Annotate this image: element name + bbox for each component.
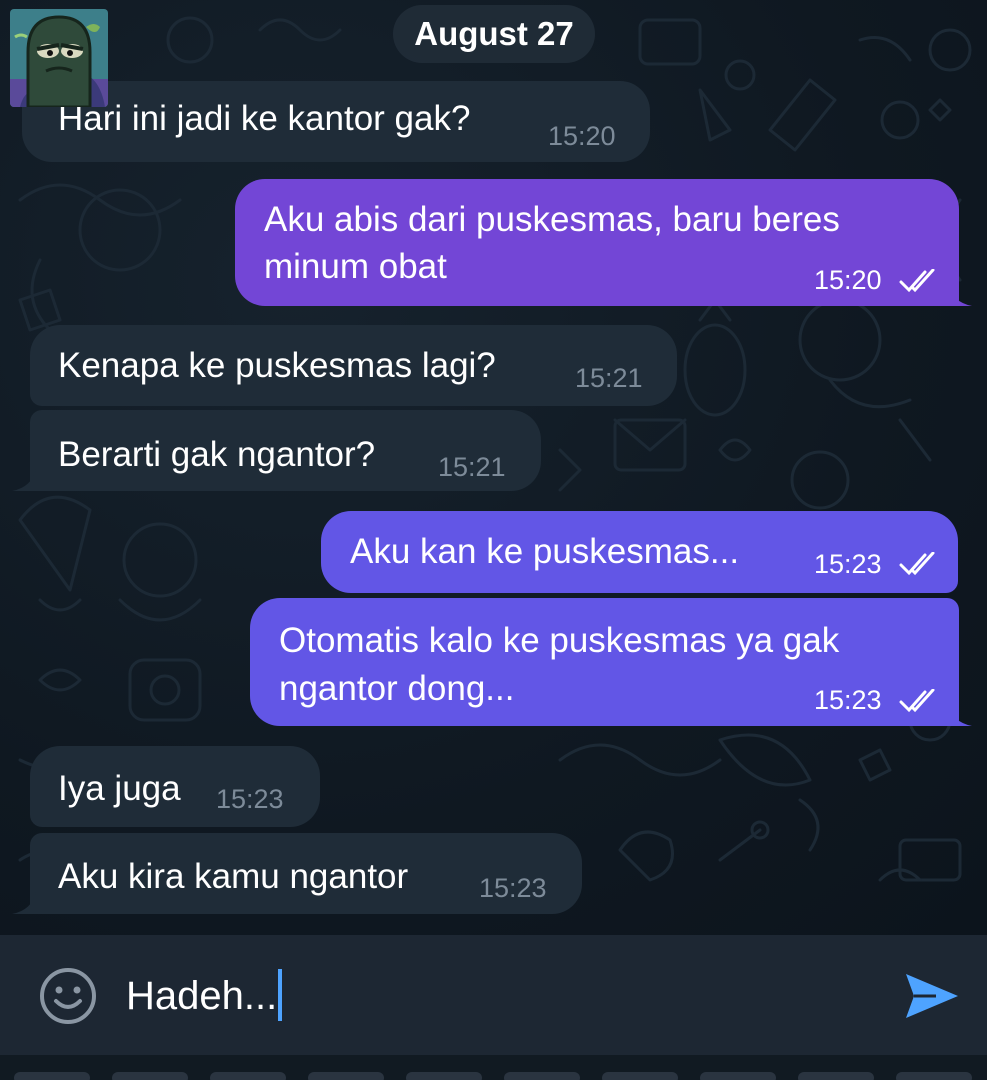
double-check-icon — [899, 269, 935, 293]
message-bubble-outgoing[interactable]: Aku kan ke puskesmas... 15:23 — [321, 511, 958, 593]
bubble-tail — [948, 284, 972, 306]
message-time: 15:21 — [438, 452, 506, 482]
message-bubble-outgoing[interactable]: Otomatis kalo ke puskesmas ya gak nganto… — [250, 598, 959, 726]
message-time: 15:20 — [814, 265, 882, 295]
double-check-icon — [899, 689, 935, 713]
bubble-tail — [12, 469, 36, 491]
message-text-line-2: minum obat — [264, 247, 447, 286]
keyboard-key[interactable] — [896, 1072, 972, 1080]
keyboard-key[interactable] — [14, 1072, 90, 1080]
message-input[interactable]: Hadeh... — [126, 968, 866, 1024]
message-text: Hari ini jadi ke kantor gak? — [58, 99, 471, 138]
text-caret — [278, 969, 283, 1021]
message-time: 15:20 — [548, 121, 616, 151]
keyboard-key[interactable] — [406, 1072, 482, 1080]
message-time: 15:23 — [479, 873, 547, 903]
avatar-image — [10, 9, 108, 107]
contact-avatar[interactable] — [10, 9, 108, 107]
keyboard-key[interactable] — [210, 1072, 286, 1080]
message-bubble-incoming[interactable]: Iya juga 15:23 — [30, 746, 320, 827]
message-text-line-1: Otomatis kalo ke puskesmas ya gak — [279, 621, 840, 660]
keyboard-key[interactable] — [798, 1072, 874, 1080]
message-bubble-incoming[interactable]: Berarti gak ngantor? 15:21 — [30, 410, 541, 491]
keyboard-key[interactable] — [504, 1072, 580, 1080]
keyboard-suggestion-strip — [0, 1055, 987, 1080]
message-text: Berarti gak ngantor? — [58, 435, 376, 474]
message-input-value: Hadeh... — [126, 974, 278, 1018]
message-time: 15:23 — [216, 784, 284, 814]
date-separator: August 27 — [393, 5, 595, 63]
send-arrow-icon[interactable] — [902, 968, 962, 1024]
keyboard-key[interactable] — [602, 1072, 678, 1080]
message-text-line-2: ngantor dong... — [279, 669, 515, 708]
message-text: Iya juga — [58, 769, 181, 808]
double-check-icon — [899, 552, 935, 576]
keyboard-key[interactable] — [308, 1072, 384, 1080]
message-bubble-outgoing[interactable]: Aku abis dari puskesmas, baru beres minu… — [235, 179, 959, 306]
message-bubble-incoming[interactable]: Kenapa ke puskesmas lagi? 15:21 — [30, 325, 677, 406]
message-text: Aku kan ke puskesmas... — [350, 532, 740, 571]
chat-screen: August 27 Hari ini jadi ke kantor gak? 1… — [0, 0, 987, 1080]
message-text: Kenapa ke puskesmas lagi? — [58, 346, 496, 385]
keyboard-key[interactable] — [700, 1072, 776, 1080]
message-bubble-incoming[interactable]: Aku kira kamu ngantor 15:23 — [30, 833, 582, 914]
message-time: 15:23 — [814, 685, 882, 715]
bubble-tail — [948, 704, 972, 726]
message-bubble-incoming[interactable]: Hari ini jadi ke kantor gak? 15:20 — [22, 81, 650, 162]
smiley-icon[interactable] — [38, 966, 98, 1026]
message-time: 15:23 — [814, 549, 882, 579]
message-text-line-1: Aku abis dari puskesmas, baru beres — [264, 200, 840, 239]
keyboard-key[interactable] — [112, 1072, 188, 1080]
message-text: Aku kira kamu ngantor — [58, 857, 409, 896]
message-time: 15:21 — [575, 363, 643, 393]
bubble-tail — [12, 892, 36, 914]
